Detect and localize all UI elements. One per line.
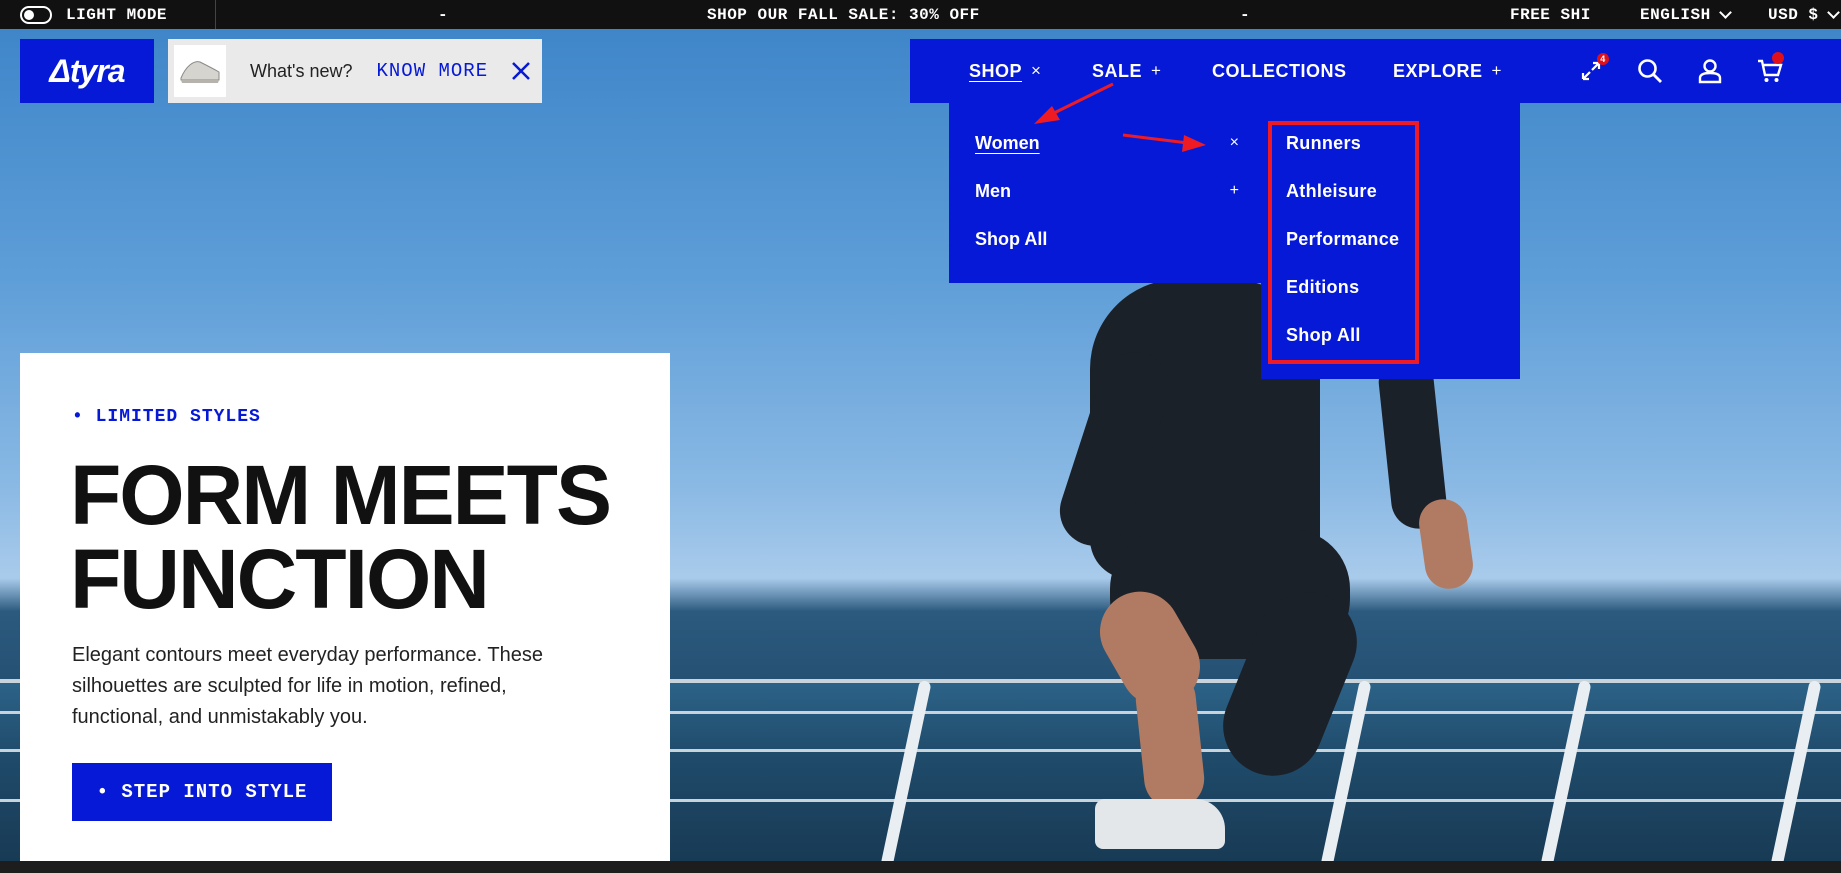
shoe-thumbnail[interactable]: [174, 45, 226, 97]
language-label: ENGLISH: [1640, 5, 1711, 24]
dropdown-item-label: Shop All: [975, 228, 1048, 249]
hero-eyebrow: • LIMITED STYLES: [72, 407, 261, 427]
currency-selector[interactable]: USD $: [1768, 0, 1840, 29]
close-icon: ×: [1031, 61, 1042, 80]
toggle-icon: [20, 5, 52, 24]
chevron-down-icon: [1718, 5, 1732, 19]
dropdown-item-women[interactable]: Women ×: [975, 128, 1239, 158]
plus-icon: +: [1151, 61, 1162, 80]
chevron-down-icon: [1826, 5, 1840, 19]
bottom-edge: [0, 861, 1841, 873]
close-promo-button[interactable]: [510, 60, 532, 82]
hero-headline-line: FORM MEETS: [70, 448, 612, 542]
plus-icon: +: [1229, 182, 1239, 199]
nav-item-sale[interactable]: SALE +: [1092, 39, 1161, 103]
hero-card: • LIMITED STYLES FORM MEETS FUNCTION Ele…: [20, 353, 670, 861]
close-icon: [512, 62, 530, 80]
hero-headline: FORM MEETS FUNCTION: [70, 448, 612, 626]
nav-item-label: SHOP: [969, 60, 1023, 81]
user-icon: [1698, 59, 1722, 84]
account-button[interactable]: [1694, 55, 1726, 87]
announcement-separator: -: [1240, 5, 1251, 24]
light-mode-toggle[interactable]: LIGHT MODE: [20, 0, 167, 29]
announcement-text-2: FREE SHI: [1510, 5, 1591, 24]
dropdown-item-label: Women: [975, 132, 1040, 153]
nav-item-shop[interactable]: SHOP ×: [969, 39, 1041, 103]
nav-item-collections[interactable]: COLLECTIONS: [1212, 39, 1347, 103]
search-button[interactable]: [1634, 55, 1666, 87]
cart-button[interactable]: [1754, 52, 1786, 87]
compare-count-badge: 4: [1597, 53, 1609, 65]
search-icon: [1638, 59, 1662, 83]
announcement-separator: -: [438, 5, 449, 24]
promo-text: What's new?: [250, 60, 353, 81]
know-more-link[interactable]: KNOW MORE: [376, 60, 488, 82]
announcement-text: SHOP OUR FALL SALE: 30% OFF: [707, 5, 980, 24]
nav-item-explore[interactable]: EXPLORE +: [1393, 39, 1502, 103]
plus-icon: +: [1491, 61, 1502, 80]
cart-indicator-badge: [1772, 52, 1784, 64]
brand-logo[interactable]: Δtyra: [20, 39, 154, 103]
annotation-highlight-box: [1268, 121, 1419, 364]
main-navigation: SHOP × SALE + COLLECTIONS EXPLORE + 4: [910, 39, 1841, 103]
nav-item-label: SALE: [1092, 60, 1143, 81]
dropdown-item-men[interactable]: Men +: [975, 176, 1239, 206]
language-selector[interactable]: ENGLISH: [1640, 0, 1732, 29]
nav-item-label: COLLECTIONS: [1212, 60, 1347, 81]
close-icon: ×: [1229, 134, 1239, 151]
dropdown-item-label: Men: [975, 180, 1011, 201]
runner-hand: [1415, 496, 1477, 592]
shop-dropdown: Women × Men + Shop All: [949, 103, 1261, 283]
runner-shoe: [1095, 799, 1225, 849]
hero-description: Elegant contours meet everyday performan…: [72, 644, 543, 728]
step-into-style-button[interactable]: • STEP INTO STYLE: [72, 763, 332, 821]
hero-headline-line: FUNCTION: [70, 532, 490, 626]
shoe-icon: [180, 61, 220, 83]
announcement-bar: LIGHT MODE - SHOP OUR FALL SALE: 30% OFF…: [0, 0, 1841, 29]
dropdown-item-shop-all[interactable]: Shop All: [975, 224, 1239, 254]
whats-new-promo: What's new? KNOW MORE: [168, 39, 542, 103]
topbar-divider: [215, 0, 216, 29]
nav-item-label: EXPLORE: [1393, 60, 1483, 81]
currency-label: USD $: [1768, 5, 1819, 24]
compare-button[interactable]: 4: [1575, 53, 1609, 87]
light-mode-label: LIGHT MODE: [66, 5, 168, 24]
